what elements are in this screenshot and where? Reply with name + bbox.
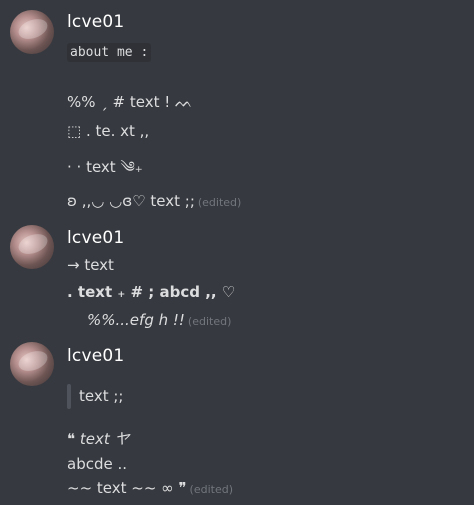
username[interactable]: lcve01 — [67, 12, 124, 32]
message-text: %%...efg h !! — [87, 311, 185, 329]
message-line: about me : — [67, 42, 152, 62]
edited-label: (edited) — [189, 483, 233, 496]
edited-label: (edited) — [197, 196, 242, 209]
message-text: ʚ ,,◡ ◡ɞ♡ text ;; — [67, 192, 195, 210]
blockquote-bar — [67, 384, 71, 409]
message-line: ~~ text ~~ ∞ ❞ (edited) — [67, 479, 233, 497]
avatar[interactable] — [10, 10, 54, 54]
message-line: . text ₊ # ; abcd ,, ♡ — [67, 283, 236, 301]
message-text: ~~ text ~~ ∞ ❞ — [67, 479, 187, 497]
avatar[interactable] — [10, 342, 54, 386]
username[interactable]: lcve01 — [67, 228, 124, 248]
message-line: %% ˏ # text ! ᨓ — [67, 93, 193, 111]
message-line: ʚ ,,◡ ◡ɞ♡ text ;; (edited) — [67, 192, 241, 210]
edited-label: (edited) — [187, 315, 232, 328]
message-line: text ;; — [79, 387, 124, 405]
avatar[interactable] — [10, 225, 54, 269]
username[interactable]: lcve01 — [67, 346, 124, 366]
message-line: · · text ༄₊ — [67, 158, 143, 176]
message-line: ⬚ . te. xt ,, — [67, 122, 150, 140]
message-line: abcde .. — [67, 455, 128, 473]
message-line: %%...efg h !! (edited) — [87, 311, 231, 329]
inline-code: about me : — [67, 43, 152, 62]
message-line: ❝ text ヤ — [67, 430, 130, 448]
message-line: → text — [67, 256, 114, 274]
